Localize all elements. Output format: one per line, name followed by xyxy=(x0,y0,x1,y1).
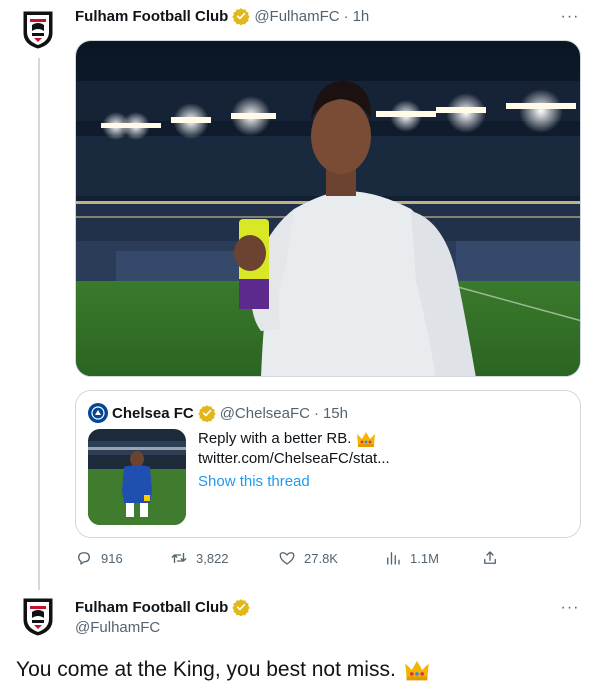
show-thread-link[interactable]: Show this thread xyxy=(198,473,310,490)
quoted-author-handle[interactable]: @ChelseaFC xyxy=(220,405,310,422)
heart-icon xyxy=(279,552,295,565)
share-button[interactable] xyxy=(481,549,507,567)
reply-header: Fulham Football Club xyxy=(75,598,254,616)
quoted-tweet-time[interactable]: 15h xyxy=(323,405,348,422)
fulham-crest-icon xyxy=(23,11,53,49)
quoted-tweet-card[interactable]: Chelsea FC @ChelseaFC · 15h Reply with a… xyxy=(75,390,581,538)
chelsea-crest-icon xyxy=(91,406,105,420)
quoted-author-name[interactable]: Chelsea FC xyxy=(112,405,194,422)
quoted-tweet-link[interactable]: twitter.com/ChelseaFC/stat... xyxy=(198,449,390,469)
crown-icon xyxy=(405,660,429,681)
verified-badge-icon[interactable] xyxy=(232,598,251,616)
stadium-player-photo xyxy=(76,41,580,376)
verified-badge-icon[interactable] xyxy=(198,404,216,422)
author-handle[interactable]: @FulhamFC xyxy=(254,8,339,25)
separator-dot: · xyxy=(343,7,349,25)
tweet-time[interactable]: 1h xyxy=(353,8,370,25)
chelsea-avatar[interactable] xyxy=(88,403,108,423)
tweet-action-bar: 916 3,822 27.8K 1.1M xyxy=(75,549,505,573)
fulham-avatar[interactable] xyxy=(18,10,58,50)
share-icon xyxy=(484,551,496,564)
reply-icon xyxy=(78,552,90,565)
tweet-header: Fulham Football Club @FulhamFC · 1h xyxy=(75,7,369,25)
thread-connector-line xyxy=(38,58,40,590)
quoted-tweet-thumbnail[interactable] xyxy=(88,429,186,525)
like-button[interactable]: 27.8K xyxy=(278,549,338,567)
views-button[interactable]: 1.1M xyxy=(384,549,439,567)
fulham-crest-icon xyxy=(23,598,53,636)
more-options-icon[interactable]: ··· xyxy=(560,598,580,618)
retweet-icon xyxy=(171,552,187,564)
reply-button[interactable]: 916 xyxy=(75,549,123,567)
reply-handle-row: @FulhamFC xyxy=(75,619,160,636)
author-name[interactable]: Fulham Football Club xyxy=(75,8,228,25)
chelsea-player-photo xyxy=(88,429,186,525)
quoted-tweet-header: Chelsea FC @ChelseaFC · 15h xyxy=(88,403,348,423)
reply-author-handle[interactable]: @FulhamFC xyxy=(75,619,160,636)
reply-tweet-text: You come at the King, you best not miss. xyxy=(16,658,396,681)
reply-author-name[interactable]: Fulham Football Club xyxy=(75,599,228,616)
reply-tweet-text-row: You come at the King, you best not miss. xyxy=(16,658,430,682)
crown-icon xyxy=(357,432,376,447)
reply-count: 916 xyxy=(101,550,123,566)
fulham-avatar[interactable] xyxy=(18,597,58,637)
view-count: 1.1M xyxy=(410,550,439,566)
like-count: 27.8K xyxy=(304,550,338,566)
more-options-icon[interactable]: ··· xyxy=(560,7,580,27)
quoted-tweet-text: Reply with a better RB. xyxy=(198,430,352,447)
retweet-count: 3,822 xyxy=(196,550,229,566)
separator-dot: · xyxy=(313,404,319,422)
retweet-button[interactable]: 3,822 xyxy=(170,549,229,567)
verified-badge-icon[interactable] xyxy=(232,7,251,25)
tweet-photo[interactable] xyxy=(75,40,581,377)
quoted-tweet-body: Reply with a better RB. twitter.com/Chel… xyxy=(198,429,390,469)
views-icon xyxy=(387,552,400,565)
